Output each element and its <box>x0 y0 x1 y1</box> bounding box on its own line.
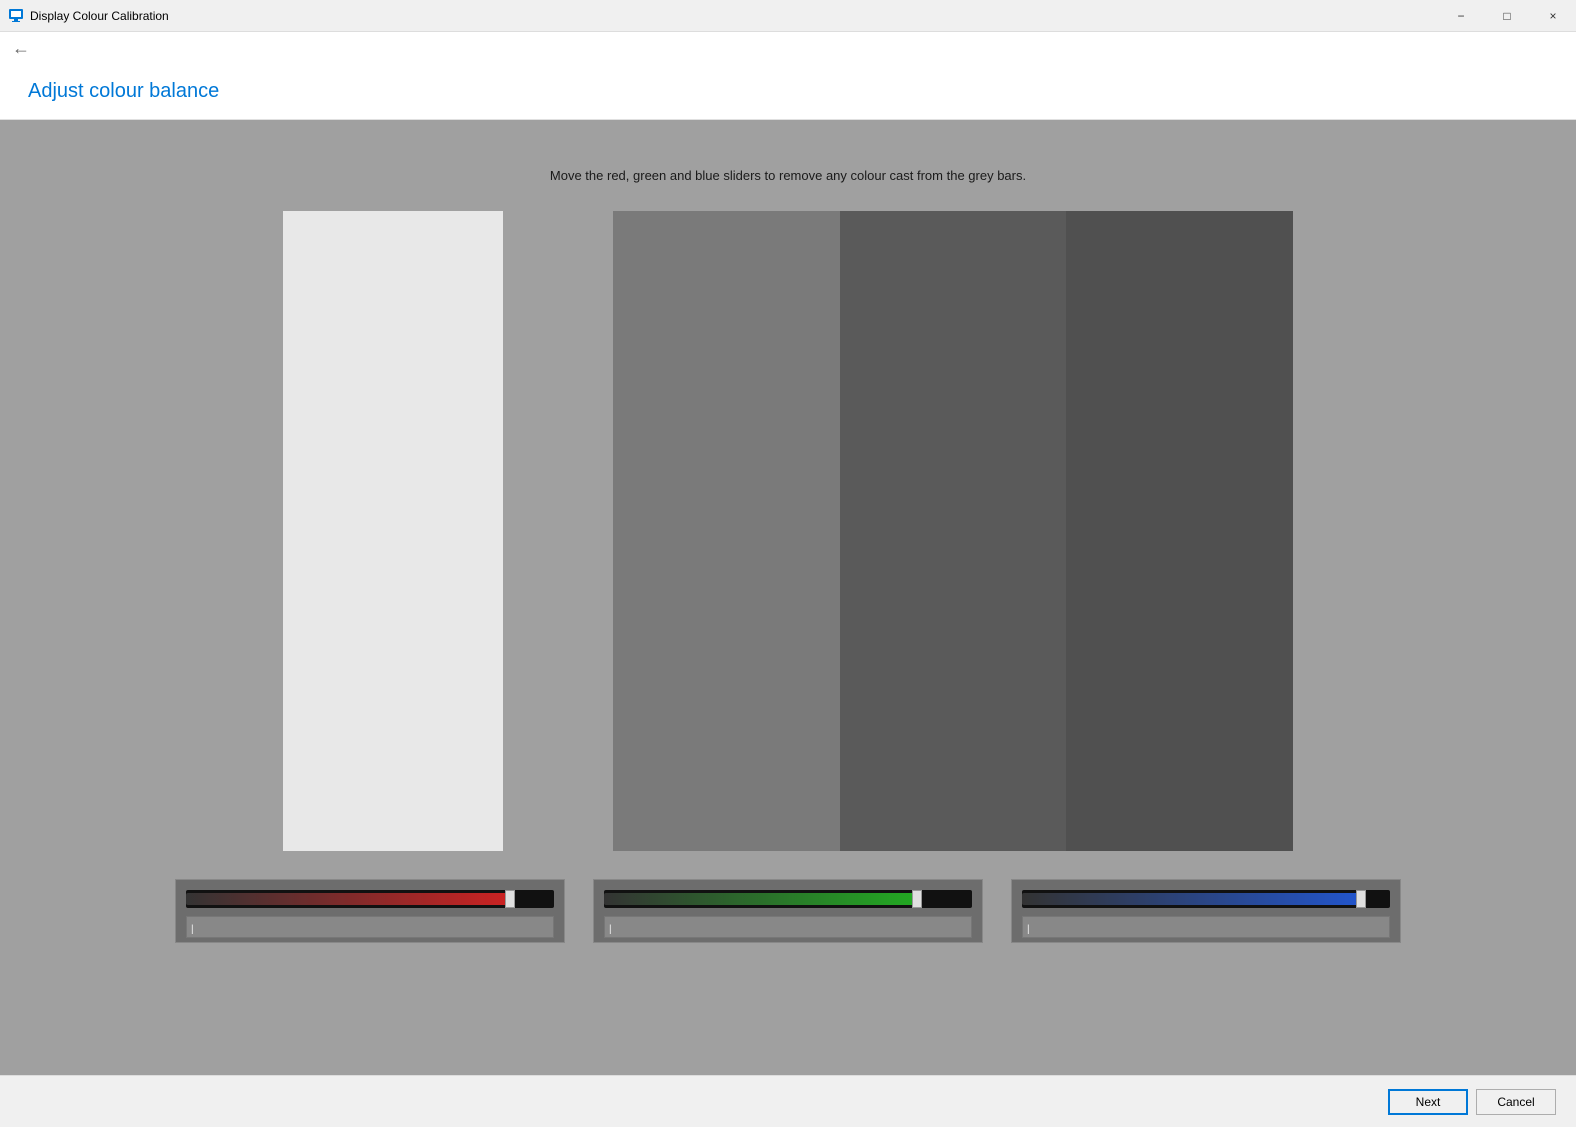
page-title: Adjust colour balance <box>28 80 219 103</box>
titlebar-controls: − □ × <box>1438 0 1576 32</box>
blue-slider-thumb[interactable] <box>1356 890 1366 908</box>
restore-button[interactable]: □ <box>1484 0 1530 32</box>
green-slider-label: | <box>609 924 612 935</box>
close-button[interactable]: × <box>1530 0 1576 32</box>
sliders-section: | | | <box>0 879 1576 943</box>
red-slider-label: | <box>191 924 194 935</box>
blue-slider-label-area: | <box>1022 916 1390 938</box>
back-button[interactable]: ← <box>12 38 30 59</box>
green-slider-thumb[interactable] <box>912 890 922 908</box>
minimize-button[interactable]: − <box>1438 0 1484 32</box>
green-slider-widget: | <box>593 879 983 943</box>
grey-bar-dark <box>1066 211 1293 851</box>
titlebar: Display Colour Calibration − □ × <box>0 0 1576 32</box>
titlebar-title: Display Colour Calibration <box>30 9 169 23</box>
grey-bar-medium <box>840 211 1067 851</box>
blue-slider-label: | <box>1027 924 1030 935</box>
red-slider-track[interactable] <box>186 890 554 908</box>
nav-bar: ← <box>0 32 1576 64</box>
next-button[interactable]: Next <box>1388 1089 1468 1115</box>
red-slider-fill <box>186 893 510 905</box>
red-slider-thumb[interactable] <box>505 890 515 908</box>
instruction-text: Move the red, green and blue sliders to … <box>550 168 1026 183</box>
grey-bars <box>613 211 1293 851</box>
footer: Next Cancel <box>0 1075 1576 1127</box>
green-slider-label-area: | <box>604 916 972 938</box>
color-bars-container <box>283 211 1293 851</box>
app-window: Display Colour Calibration − □ × ← Adjus… <box>0 0 1576 1127</box>
back-icon: ← <box>12 38 30 59</box>
grey-bar-light <box>613 211 840 851</box>
white-bar <box>283 211 503 851</box>
red-slider-label-area: | <box>186 916 554 938</box>
red-slider-widget: | <box>175 879 565 943</box>
blue-slider-track[interactable] <box>1022 890 1390 908</box>
green-slider-fill <box>604 893 917 905</box>
blue-slider-fill <box>1022 893 1361 905</box>
titlebar-left: Display Colour Calibration <box>8 8 169 24</box>
cancel-button[interactable]: Cancel <box>1476 1089 1556 1115</box>
main-content: Move the red, green and blue sliders to … <box>0 120 1576 1075</box>
header: Adjust colour balance <box>0 64 1576 120</box>
green-slider-track[interactable] <box>604 890 972 908</box>
app-icon <box>8 8 24 24</box>
blue-slider-widget: | <box>1011 879 1401 943</box>
